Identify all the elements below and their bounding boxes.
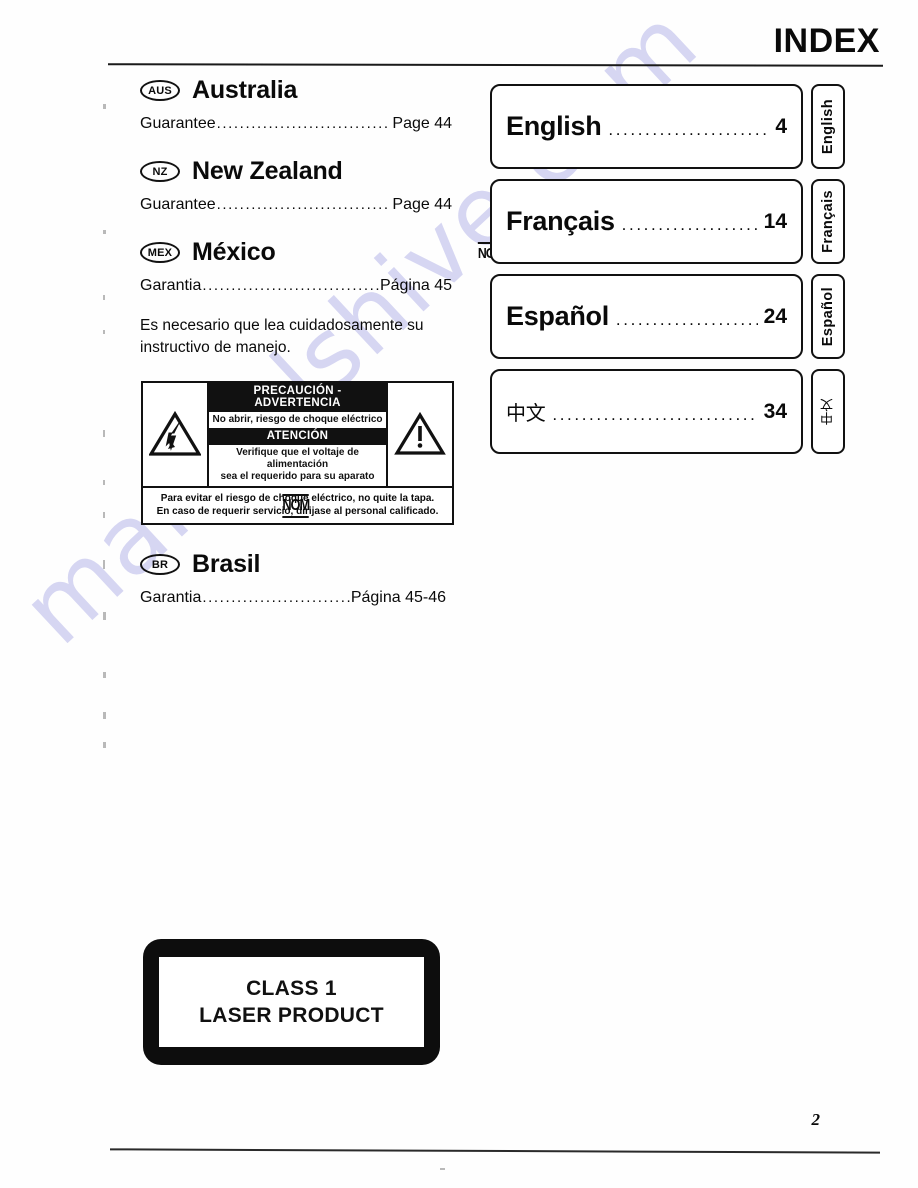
language-tab-espanol[interactable]: Español bbox=[811, 274, 845, 359]
language-name: 中文 bbox=[506, 401, 546, 425]
dot-leader: ........................................… bbox=[608, 121, 770, 138]
language-page-number: 34 bbox=[763, 399, 787, 423]
country-heading: AUS Australia bbox=[140, 78, 470, 103]
attention-heading: ATENCIÓN bbox=[209, 428, 386, 445]
language-tab-chinese[interactable]: 中文 bbox=[811, 369, 845, 454]
nom-certification-mark-standalone: NOM bbox=[282, 494, 310, 518]
lightning-bolt-triangle-icon bbox=[143, 383, 209, 486]
index-entry-australia: Guarantee ..............................… bbox=[140, 115, 452, 133]
language-tab-english[interactable]: English bbox=[811, 84, 845, 169]
language-page-number: 14 bbox=[763, 209, 787, 233]
page-number: 2 bbox=[811, 1110, 821, 1129]
entry-label: Guarantee bbox=[140, 196, 216, 213]
scan-artifact bbox=[440, 1168, 445, 1170]
entry-page-reference: Página 45-46 bbox=[350, 589, 446, 606]
attention-line-1: Verifique que el voltaje de alimentación bbox=[236, 446, 359, 470]
warning-subheading: No abrir, riesgo de choque eléctrico bbox=[209, 411, 386, 429]
language-name: English bbox=[506, 111, 602, 141]
country-block-brasil: BR Brasil Garantia .....................… bbox=[140, 552, 470, 633]
country-code-badge-br: BR bbox=[140, 554, 180, 575]
language-box-francais[interactable]: Français ...............................… bbox=[490, 179, 803, 264]
language-box-espanol[interactable]: Español ................................… bbox=[490, 274, 803, 359]
class-1-laser-product-label: CLASS 1 LASER PRODUCT bbox=[143, 939, 440, 1065]
language-page-number: 24 bbox=[763, 304, 787, 328]
language-box-english[interactable]: English ................................… bbox=[490, 84, 803, 169]
entry-label: Garantia bbox=[140, 277, 202, 294]
entry-page-reference: Página 45 bbox=[379, 277, 452, 294]
country-heading: NZ New Zealand bbox=[140, 159, 470, 184]
language-index-column: English ................................… bbox=[490, 84, 845, 464]
document-page: manualshive.com INDEX AUS Australia Guar… bbox=[0, 0, 918, 1188]
warning-label-top-section: PRECAUCIÓN - ADVERTENCIA No abrir, riesg… bbox=[143, 383, 452, 488]
laser-label-inner-panel: CLASS 1 LASER PRODUCT bbox=[159, 957, 424, 1047]
dot-leader: ........................................… bbox=[615, 311, 758, 328]
dot-leader: ........................................… bbox=[216, 116, 392, 131]
language-box-chinese[interactable]: 中文 .....................................… bbox=[490, 369, 803, 454]
country-heading: MEX México NOM bbox=[140, 238, 504, 266]
country-code-badge-mex: MEX bbox=[140, 242, 180, 263]
scan-artifact bbox=[103, 104, 106, 109]
country-code-badge-aus: AUS bbox=[140, 80, 180, 101]
country-heading: BR Brasil bbox=[140, 552, 470, 577]
language-name: Español bbox=[506, 301, 609, 331]
scan-artifact bbox=[103, 480, 105, 485]
country-block-australia: AUS Australia Guarantee ................… bbox=[140, 78, 470, 133]
warning-label-text-stack: PRECAUCIÓN - ADVERTENCIA No abrir, riesg… bbox=[209, 383, 386, 486]
footer-divider bbox=[109, 1148, 881, 1154]
page-title: INDEX bbox=[773, 22, 880, 60]
language-row-english: English ................................… bbox=[490, 84, 845, 169]
scan-artifact bbox=[103, 560, 105, 569]
scan-artifact bbox=[103, 230, 106, 234]
scan-artifact bbox=[103, 712, 106, 719]
entry-page-reference: Page 44 bbox=[392, 115, 452, 132]
index-entry-new-zealand: Guarantee ..............................… bbox=[140, 196, 452, 214]
language-tab-label: Français bbox=[820, 190, 836, 253]
attention-line-2: sea el requerido para su aparato bbox=[220, 471, 375, 483]
dot-leader: ........................................… bbox=[202, 278, 379, 293]
laser-label-line-2: LASER PRODUCT bbox=[199, 1004, 384, 1027]
country-name-new-zealand: New Zealand bbox=[192, 157, 343, 185]
index-entry-brasil: Garantia ...............................… bbox=[140, 589, 446, 607]
attention-body: Verifique que el voltaje de alimentación… bbox=[209, 444, 386, 486]
language-tab-label: 中文 bbox=[820, 398, 836, 425]
scan-artifact bbox=[103, 330, 105, 334]
language-row-chinese: 中文 .....................................… bbox=[490, 369, 845, 454]
entry-page-reference: Page 44 bbox=[392, 196, 452, 213]
country-name-brasil: Brasil bbox=[192, 550, 261, 578]
country-name-mexico: México bbox=[192, 238, 276, 266]
country-name-australia: Australia bbox=[192, 76, 298, 104]
entry-label: Garantia bbox=[140, 589, 202, 606]
scan-artifact bbox=[103, 672, 106, 678]
mexico-instruction-text: Es necesario que lea cuidadosamente su i… bbox=[140, 317, 424, 357]
country-block-new-zealand: NZ New Zealand Guarantee ...............… bbox=[140, 159, 470, 214]
country-code-badge-nz: NZ bbox=[140, 161, 180, 182]
language-name: Français bbox=[506, 206, 615, 236]
dot-leader: ........................................… bbox=[202, 590, 350, 605]
dot-leader: ........................................… bbox=[621, 216, 758, 233]
language-page-number: 4 bbox=[775, 114, 787, 138]
scan-artifact bbox=[103, 295, 105, 300]
scan-artifact bbox=[103, 430, 105, 437]
language-tab-label: Español bbox=[820, 286, 836, 347]
entry-label: Guarantee bbox=[140, 115, 216, 132]
warning-heading: PRECAUCIÓN - ADVERTENCIA bbox=[209, 383, 386, 412]
dot-leader: ........................................… bbox=[552, 406, 758, 423]
header-divider bbox=[107, 63, 884, 67]
scan-artifact bbox=[103, 742, 106, 748]
dot-leader: ........................................… bbox=[216, 197, 392, 212]
laser-label-line-1: CLASS 1 bbox=[246, 976, 337, 1000]
left-column: AUS Australia Guarantee ................… bbox=[140, 78, 504, 376]
country-block-mexico: MEX México NOM Garantia ................… bbox=[140, 238, 504, 295]
language-row-espanol: Español ................................… bbox=[490, 274, 845, 359]
language-tab-label: English bbox=[820, 98, 836, 155]
scan-artifact bbox=[103, 612, 106, 620]
scan-artifact bbox=[103, 512, 105, 518]
language-row-francais: Français ...............................… bbox=[490, 179, 845, 264]
language-tab-francais[interactable]: Français bbox=[811, 179, 845, 264]
exclamation-triangle-icon bbox=[386, 383, 452, 486]
index-entry-mexico: Garantia ...............................… bbox=[140, 277, 452, 295]
